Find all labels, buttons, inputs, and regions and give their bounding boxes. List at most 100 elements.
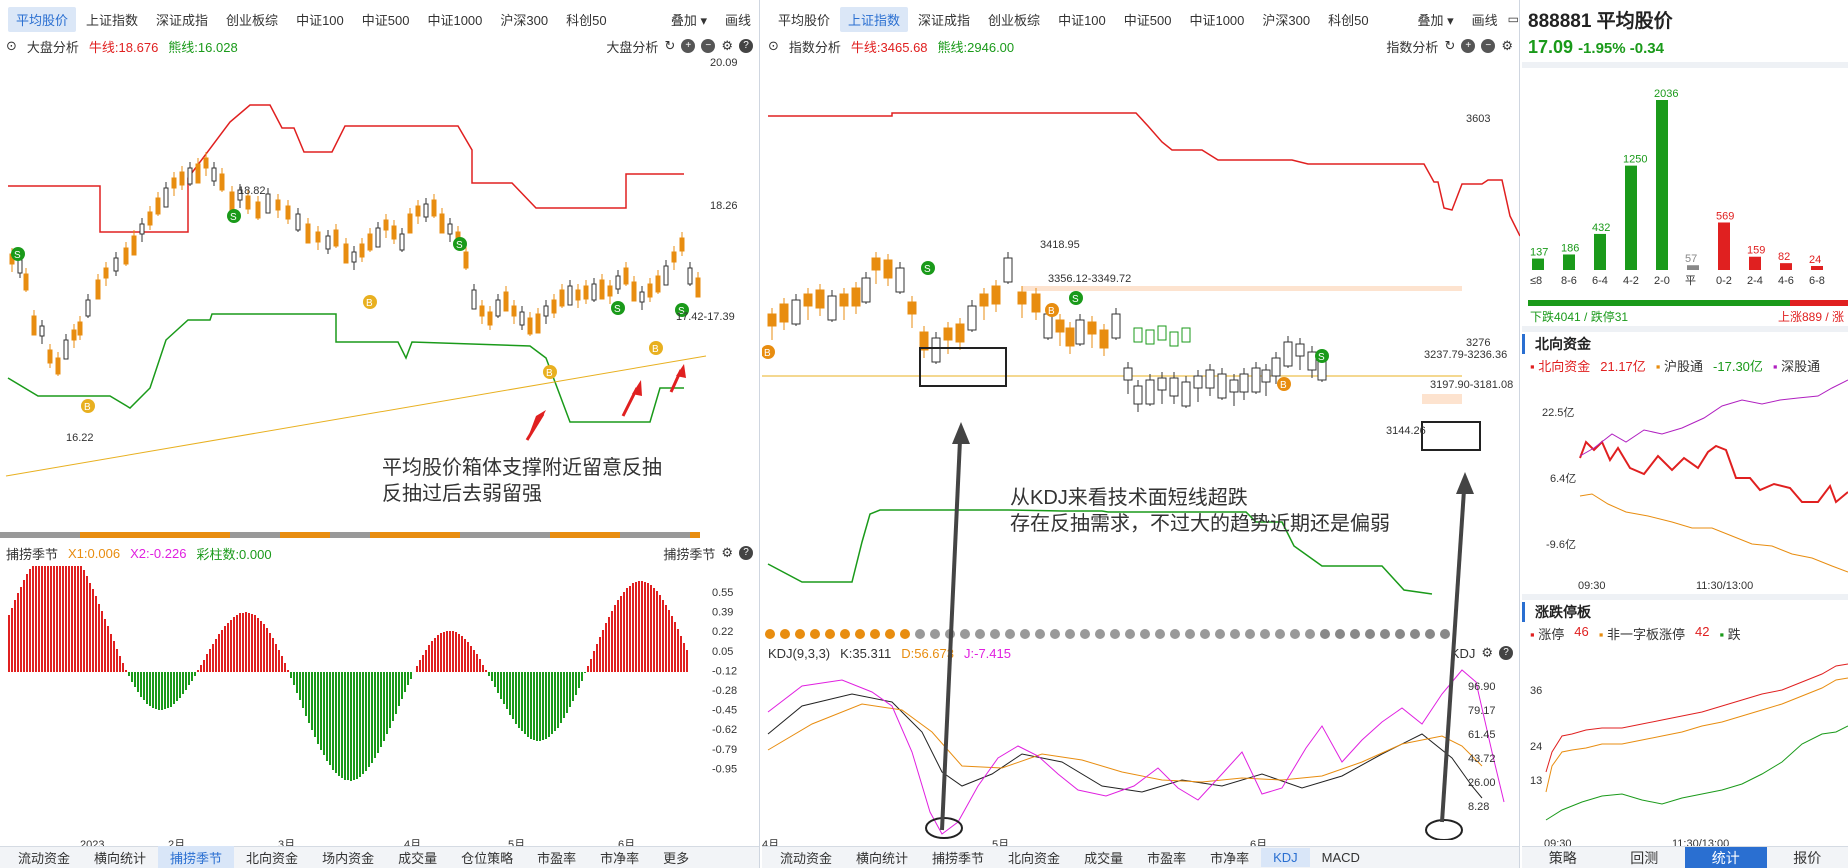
help-icon[interactable]: ?: [739, 39, 753, 53]
tab-avg-price[interactable]: 平均股价: [770, 7, 838, 32]
tab-shenzhen[interactable]: 深证成指: [148, 7, 216, 32]
refresh-icon[interactable]: ↻: [664, 38, 675, 54]
mid-bottom-tab-2[interactable]: 捕捞季节: [920, 846, 996, 868]
draw-line-button[interactable]: 画线: [717, 7, 759, 32]
limit-board-chart: 36 24 13: [1530, 663, 1848, 821]
left-bottom-tab-3[interactable]: 北向资金: [234, 846, 310, 868]
candle-body: [187, 167, 193, 185]
tab-star50[interactable]: 科创50: [558, 7, 614, 32]
tab-csi500[interactable]: 中证500: [354, 7, 418, 32]
candle-body: [245, 195, 251, 210]
tab-shanghai[interactable]: 上证指数: [840, 6, 909, 32]
refresh-icon[interactable]: ↻: [1444, 38, 1455, 54]
hist-bar: [356, 672, 358, 779]
tab-csi100[interactable]: 中证100: [1050, 7, 1114, 32]
candle-body-green: [1181, 327, 1191, 343]
overlay-dropdown[interactable]: 叠加 ▾: [1409, 7, 1461, 32]
help-icon[interactable]: ?: [1499, 646, 1513, 660]
hist-bar: [11, 608, 13, 672]
collapse-icon[interactable]: ⊙: [768, 38, 779, 54]
mid-bottom-tab-7[interactable]: KDJ: [1261, 848, 1310, 867]
settings-icon[interactable]: ⚙: [1481, 645, 1493, 661]
left-bottom-tab-2[interactable]: 捕捞季节: [158, 846, 235, 868]
candle-body: [803, 293, 813, 307]
hist-bar: [50, 566, 52, 672]
tab-star50[interactable]: 科创50: [1320, 7, 1376, 32]
mid-bottom-tab-5[interactable]: 市盈率: [1135, 846, 1198, 868]
hist-bar: [566, 672, 568, 713]
signal-dot: [1290, 629, 1300, 639]
tab-shenzhen[interactable]: 深证成指: [910, 7, 978, 32]
sub-indicator-name[interactable]: KDJ: [1451, 646, 1476, 661]
indicator-name[interactable]: 大盘分析: [606, 37, 658, 56]
mid-bottom-tab-1[interactable]: 横向统计: [844, 846, 920, 868]
candle-body: [639, 291, 645, 303]
hist-bar: [383, 672, 385, 741]
tab-csi1000[interactable]: 中证1000: [419, 7, 490, 32]
tab-chinext[interactable]: 创业板综: [980, 7, 1048, 32]
tab-csi1000[interactable]: 中证1000: [1181, 7, 1252, 32]
remove-icon[interactable]: −: [701, 39, 716, 53]
mid-bottom-tab-0[interactable]: 流动资金: [768, 846, 844, 868]
sub-axis-label: -0.28: [712, 685, 737, 697]
collapse-icon[interactable]: ⊙: [6, 38, 17, 54]
left-bottom-tab-8[interactable]: 市净率: [588, 846, 651, 868]
mid-bottom-tab-4[interactable]: 成交量: [1072, 846, 1135, 868]
tab-chinext[interactable]: 创业板综: [218, 7, 286, 32]
settings-icon[interactable]: ⚙: [721, 38, 733, 54]
settings-icon[interactable]: ⚙: [721, 545, 733, 561]
sub-indicator-title[interactable]: 捕捞季节: [6, 544, 58, 563]
candle-body: [839, 293, 849, 307]
tab-csi500[interactable]: 中证500: [1116, 7, 1180, 32]
hist-bar: [581, 672, 583, 681]
hist-bar: [377, 672, 379, 753]
legend-sh-value: -17.30亿: [1713, 359, 1763, 374]
signal-letter: B: [1280, 380, 1287, 391]
sub-indicator-name[interactable]: 捕捞季节: [663, 544, 715, 563]
tab-hs300[interactable]: 沪深300: [1254, 7, 1318, 32]
limit-axis-mid: 24: [1530, 741, 1542, 753]
mid-bottom-tab-6[interactable]: 市净率: [1198, 846, 1261, 868]
kdj-title[interactable]: KDJ(9,3,3): [768, 646, 830, 661]
tab-avg-price[interactable]: 平均股价: [8, 6, 77, 32]
hist-bar: [83, 570, 85, 672]
left-bottom-tab-9[interactable]: 更多: [651, 846, 701, 868]
left-bottom-tabs: 流动资金 横向统计 捕捞季节 北向资金 场内资金 成交量 仓位策略 市盈率 市净率 更多: [0, 846, 759, 868]
help-icon[interactable]: ?: [739, 546, 753, 560]
add-icon[interactable]: +: [1461, 39, 1476, 53]
remove-icon[interactable]: −: [1481, 39, 1496, 53]
tab-shanghai[interactable]: 上证指数: [78, 7, 146, 32]
tab-csi100[interactable]: 中证100: [288, 7, 352, 32]
right-bottom-tab-3[interactable]: 报价: [1767, 847, 1848, 868]
window-icon[interactable]: ▭: [1508, 12, 1519, 26]
quote-side-panel: 888881 平均股价 17.09 -1.95% -0.34 137 ≤8 186 8…: [1522, 0, 1848, 868]
mid-bottom-tab-3[interactable]: 北向资金: [996, 846, 1072, 868]
signal-dot: [915, 629, 925, 639]
hist-bar: [206, 654, 208, 672]
add-icon[interactable]: +: [681, 39, 696, 53]
candle-body: [47, 349, 53, 364]
hist-bar: [488, 672, 490, 676]
tab-hs300[interactable]: 沪深300: [492, 7, 556, 32]
signal-dot: [1215, 629, 1225, 639]
indicator-name[interactable]: 指数分析: [1386, 37, 1438, 56]
left-bottom-tab-7[interactable]: 市盈率: [525, 846, 588, 868]
left-bottom-tab-5[interactable]: 成交量: [386, 846, 449, 868]
signal-dot: [1125, 629, 1135, 639]
right-bottom-tab-1[interactable]: 回测: [1604, 847, 1686, 868]
draw-line-button[interactable]: 画线: [1464, 7, 1506, 32]
right-bottom-tab-0[interactable]: 策略: [1522, 847, 1604, 868]
settings-icon[interactable]: ⚙: [1501, 38, 1513, 54]
left-bottom-tab-4[interactable]: 场内资金: [310, 846, 386, 868]
mid-bottom-tab-8[interactable]: MACD: [1310, 848, 1372, 867]
left-bottom-tab-6[interactable]: 仓位策略: [449, 846, 525, 868]
left-bottom-tab-0[interactable]: 流动资金: [6, 846, 82, 868]
main-indicator-title[interactable]: 大盘分析: [27, 37, 79, 56]
right-bottom-tab-2[interactable]: 统计: [1685, 847, 1767, 868]
left-bottom-tab-1[interactable]: 横向统计: [82, 846, 158, 868]
main-indicator-title[interactable]: 指数分析: [789, 37, 841, 56]
overlay-dropdown[interactable]: 叠加 ▾: [663, 7, 715, 32]
x2-value: X2:-0.226: [130, 545, 187, 561]
hist-bar: [665, 605, 667, 672]
sub-axis: 0.55 0.39 0.22 0.05 -0.12 -0.28 -0.45 -0.62 -0.7…: [712, 587, 737, 775]
